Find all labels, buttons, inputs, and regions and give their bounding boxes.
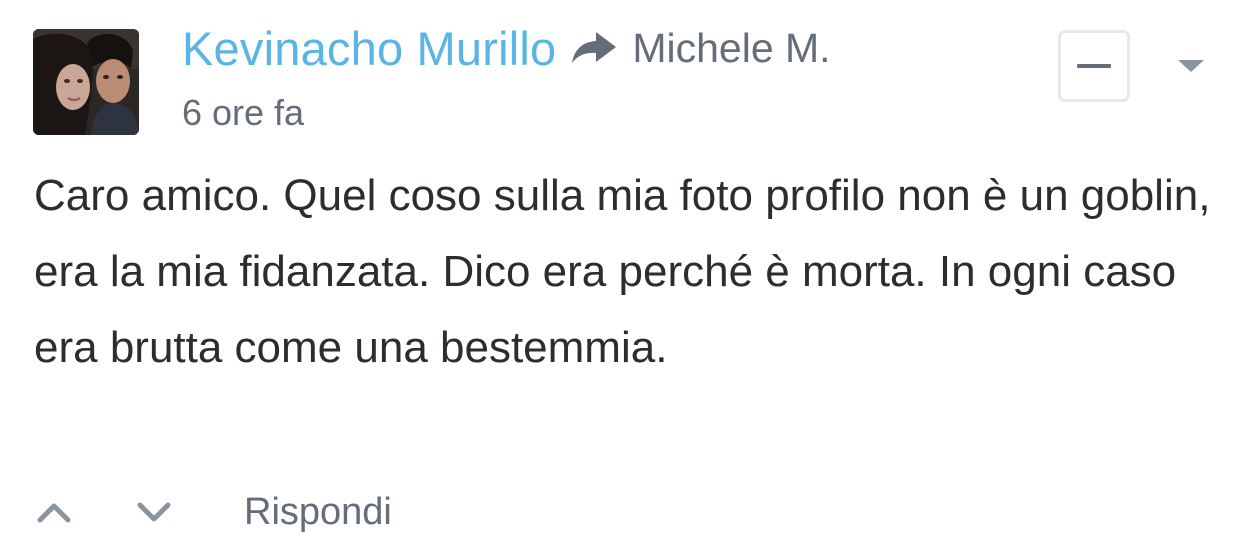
chevron-down-icon xyxy=(137,502,171,522)
avatar[interactable] xyxy=(33,29,139,135)
caret-down-icon[interactable] xyxy=(1178,58,1204,74)
avatar-image xyxy=(33,29,139,135)
author-name[interactable]: Kevinacho Murillo xyxy=(182,21,556,76)
reply-button[interactable]: Rispondi xyxy=(244,491,392,534)
downvote-button[interactable] xyxy=(134,492,174,532)
upvote-button[interactable] xyxy=(34,492,74,532)
timestamp[interactable]: 6 ore fa xyxy=(182,92,304,134)
minus-icon xyxy=(1077,64,1111,68)
share-arrow-icon xyxy=(570,30,618,66)
collapse-button[interactable] xyxy=(1058,30,1130,102)
comment-actions: Rispondi xyxy=(34,482,392,542)
reply-to-name[interactable]: Michele M. xyxy=(632,25,830,72)
comment-body: Caro amico. Quel coso sulla mia foto pro… xyxy=(34,171,1211,372)
comment-card: Kevinacho Murillo Michele M. 6 ore fa Ca… xyxy=(0,0,1233,556)
comment-header: Kevinacho Murillo Michele M. xyxy=(182,18,831,78)
chevron-up-icon xyxy=(37,503,71,523)
